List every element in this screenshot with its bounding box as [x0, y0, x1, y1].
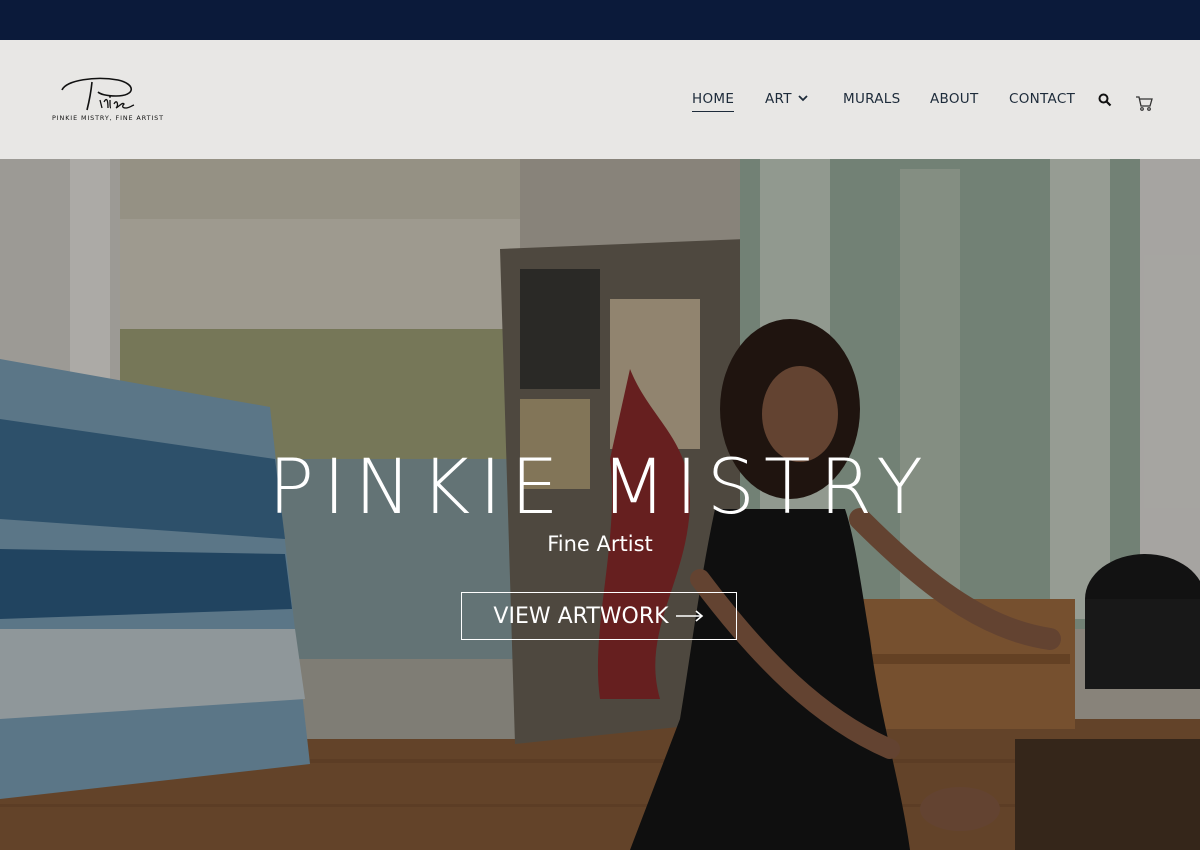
view-artwork-button[interactable]: VIEW ARTWORK: [461, 592, 737, 640]
top-bar: [0, 0, 1200, 40]
nav-art-label: ART: [765, 91, 792, 107]
search-icon[interactable]: [1098, 93, 1112, 112]
hero-section: PINKIE MISTRY Fine Artist VIEW ARTWORK: [0, 159, 1200, 850]
nav-about[interactable]: ABOUT: [930, 91, 979, 107]
nav-home[interactable]: HOME: [692, 91, 735, 112]
site-header: PINKIE MISTRY, FINE ARTIST HOME ART MURA…: [0, 40, 1200, 159]
view-artwork-label: VIEW ARTWORK: [493, 603, 669, 629]
cart-icon[interactable]: [1135, 95, 1153, 116]
site-logo[interactable]: PINKIE MISTRY, FINE ARTIST: [52, 74, 164, 124]
nav-art[interactable]: ART: [765, 91, 808, 107]
signature-logo: [61, 77, 135, 111]
nav-murals[interactable]: MURALS: [843, 91, 901, 107]
arrow-right-icon: [675, 610, 703, 622]
hero-title: PINKIE MISTRY: [268, 442, 932, 531]
hero-subtitle: Fine Artist: [547, 532, 653, 556]
chevron-down-icon: [798, 95, 808, 102]
nav-contact[interactable]: CONTACT: [1009, 91, 1075, 107]
logo-tagline: PINKIE MISTRY, FINE ARTIST: [52, 114, 164, 122]
